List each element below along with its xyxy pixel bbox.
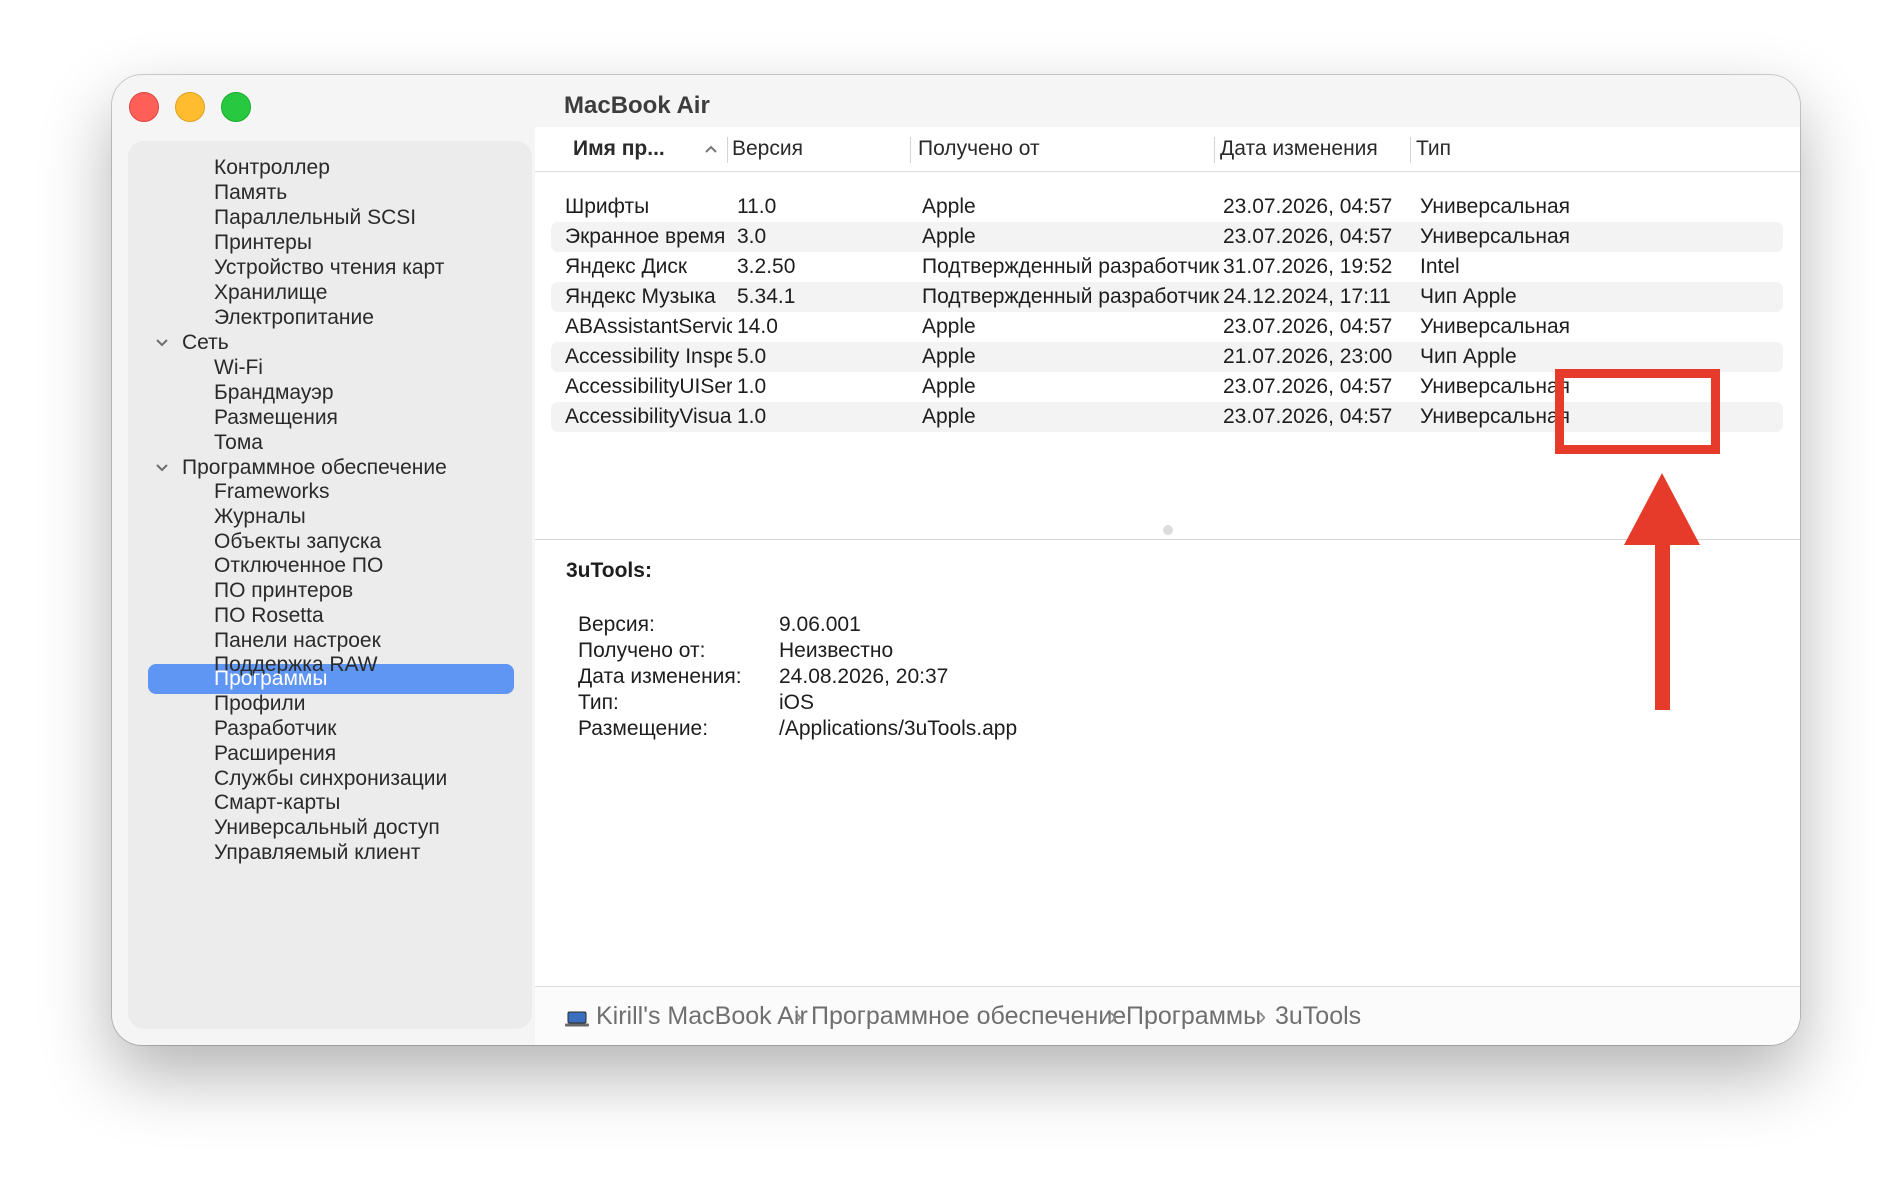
detail-label-version: Версия: <box>578 613 655 636</box>
split-handle[interactable] <box>1163 525 1173 535</box>
cell-modified: 23.07.2026, 04:57 <box>1223 375 1393 398</box>
chevron-down-icon[interactable] <box>154 328 170 358</box>
breadcrumb-software[interactable]: Программное обеспечение <box>811 1002 1126 1031</box>
chevron-down-icon[interactable] <box>154 453 170 483</box>
cell-modified: 23.07.2026, 04:57 <box>1223 315 1393 338</box>
column-header-version[interactable]: Версия <box>732 127 803 171</box>
cell-version: 5.0 <box>737 345 767 368</box>
column-header-type[interactable]: Тип <box>1416 127 1451 171</box>
cell-name: ABAssistantService <box>565 315 732 338</box>
cell-version: 1.0 <box>737 375 767 398</box>
split-divider[interactable] <box>535 539 1800 540</box>
detail-label-source: Получено от: <box>578 639 706 662</box>
cell-modified: 23.07.2026, 04:57 <box>1223 225 1393 248</box>
column-header-modified[interactable]: Дата изменения <box>1220 127 1378 171</box>
column-divider[interactable] <box>910 137 911 163</box>
breadcrumb-3utools[interactable]: 3uTools <box>1275 1002 1361 1031</box>
annotation-arrow-icon <box>1624 473 1700 545</box>
cell-version: 5.34.1 <box>737 285 796 308</box>
annotation-highlight-box <box>1555 369 1720 454</box>
sidebar-item-managed-client[interactable]: Управляемый клиент <box>214 838 421 868</box>
table-row[interactable]: Accessibility Inspector 5.0 Apple 21.07.… <box>551 342 1783 372</box>
detail-label-type: Тип: <box>578 691 619 714</box>
cell-modified: 31.07.2026, 19:52 <box>1223 255 1393 278</box>
cell-modified: 21.07.2026, 23:00 <box>1223 345 1393 368</box>
table-header: Имя пр... Версия Получено от Дата измене… <box>535 127 1800 172</box>
cell-name: Accessibility Inspector <box>565 345 732 368</box>
main-content: Имя пр... Версия Получено от Дата измене… <box>535 127 1800 1045</box>
cell-name: Яндекс Диск <box>565 255 688 278</box>
detail-value-modified: 24.08.2026, 20:37 <box>779 665 949 688</box>
breadcrumb-separator: › <box>794 1002 803 1030</box>
detail-value-location: /Applications/3uTools.app <box>779 717 1018 740</box>
cell-name: Шрифты <box>565 195 650 218</box>
cell-name: Экранное время <box>565 225 726 248</box>
breadcrumb-computer[interactable]: Kirill's MacBook Air <box>596 1002 808 1031</box>
column-header-source[interactable]: Получено от <box>918 127 1040 171</box>
cell-type: Intel <box>1420 255 1460 278</box>
cell-name: AccessibilityUIServer <box>565 375 732 398</box>
sort-ascending-icon[interactable] <box>703 127 719 171</box>
cell-type: Чип Apple <box>1420 345 1517 368</box>
annotation-arrow-shaft <box>1655 540 1670 710</box>
cell-version: 1.0 <box>737 405 767 428</box>
zoom-window-button[interactable] <box>221 92 251 122</box>
cell-modified: 23.07.2026, 04:57 <box>1223 405 1393 428</box>
sidebar: Контроллер Память Параллельный SCSI Прин… <box>128 141 532 1029</box>
detail-title: 3uTools: <box>566 559 652 582</box>
detail-value-type: iOS <box>779 691 815 714</box>
system-information-window: MacBook Air Контроллер Память Параллельн… <box>112 75 1800 1045</box>
table-row[interactable]: Яндекс Диск 3.2.50 Подтвержденный разраб… <box>551 252 1783 282</box>
cell-version: 14.0 <box>737 315 778 338</box>
laptop-icon <box>565 1011 589 1027</box>
cell-modified: 24.12.2024, 17:11 <box>1223 285 1391 308</box>
cell-type: Универсальная <box>1420 315 1571 338</box>
close-window-button[interactable] <box>129 92 159 122</box>
breadcrumb-separator: › <box>1109 1002 1118 1030</box>
cell-type: Чип Apple <box>1420 285 1517 308</box>
cell-type: Универсальная <box>1420 195 1571 218</box>
cell-name: Яндекс Музыка <box>565 285 716 308</box>
table-row[interactable]: Яндекс Музыка 5.34.1 Подтвержденный разр… <box>551 282 1783 312</box>
minimize-window-button[interactable] <box>175 92 205 122</box>
table-row[interactable]: Шрифты 11.0 Apple 23.07.2026, 04:57 Унив… <box>551 192 1783 222</box>
window-title: MacBook Air <box>564 92 710 119</box>
cell-version: 3.0 <box>737 225 767 248</box>
cell-version: 3.2.50 <box>737 255 796 278</box>
path-bar: Kirill's MacBook Air › Программное обесп… <box>535 986 1800 1045</box>
breadcrumb-applications[interactable]: Программы <box>1126 1002 1261 1031</box>
detail-value-version: 9.06.001 <box>779 613 861 636</box>
cell-modified: 23.07.2026, 04:57 <box>1223 195 1393 218</box>
detail-label-location: Размещение: <box>578 717 709 740</box>
detail-value-source: Неизвестно <box>779 639 894 662</box>
cell-type: Универсальная <box>1420 225 1571 248</box>
cell-name: AccessibilityVisualsAgent <box>565 405 732 428</box>
table-row[interactable]: Экранное время 3.0 Apple 23.07.2026, 04:… <box>551 222 1783 252</box>
cell-version: 11.0 <box>737 195 777 218</box>
column-divider[interactable] <box>727 137 728 163</box>
sidebar-item-power[interactable]: Электропитание <box>214 303 374 333</box>
column-header-name[interactable]: Имя пр... <box>573 127 665 171</box>
column-divider[interactable] <box>1410 137 1411 163</box>
table-row[interactable]: ABAssistantService 14.0 Apple 23.07.2026… <box>551 312 1783 342</box>
column-divider[interactable] <box>1214 137 1215 163</box>
detail-label-modified: Дата изменения: <box>578 665 742 688</box>
breadcrumb-separator: › <box>1258 1002 1267 1030</box>
